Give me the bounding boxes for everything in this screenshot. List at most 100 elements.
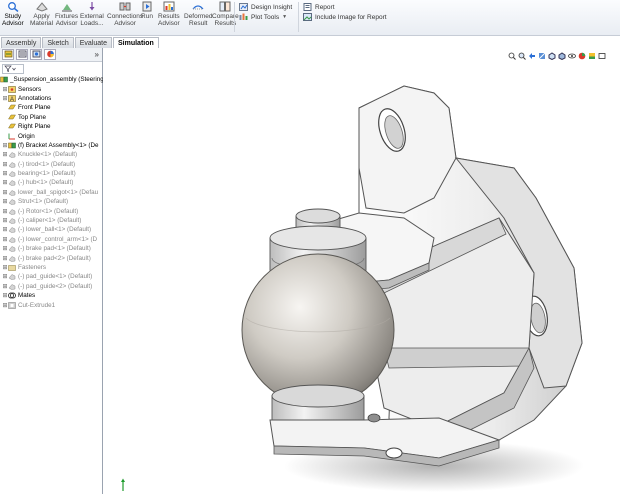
deformed-button[interactable]: Deformed Result: [184, 1, 213, 27]
deformed-icon: [192, 1, 204, 12]
tree-item[interactable]: ⊞ Sensors: [0, 84, 103, 93]
design-insight-label: Design Insight: [251, 3, 293, 11]
tree-item[interactable]: ⊞ Cut-Extrude1: [0, 300, 103, 309]
upper-collar-top: [269, 225, 367, 251]
tree-item[interactable]: ⊞ Strut<1> (Default): [0, 197, 103, 206]
ribbon-button-label: Loads...: [80, 20, 104, 27]
include-image-icon: [303, 13, 312, 21]
tree-item[interactable]: ⊞ bearing<1> (Default): [0, 169, 103, 178]
connections-icon: [119, 1, 131, 12]
display-manager-tab[interactable]: [44, 49, 56, 60]
plot-tools-button[interactable]: Plot Tools ▼: [239, 13, 287, 21]
tree-item-label: (-) pad_guide<2> (Default): [18, 282, 93, 290]
part-icon: [8, 236, 16, 243]
tree-item[interactable]: ⊞ lower_ball_spigot<1> (Defau: [0, 188, 103, 197]
tree-item[interactable]: ⊞ (-) Rotor<1> (Default): [0, 206, 103, 215]
part-icon: [8, 273, 16, 281]
part-icon: [8, 283, 16, 290]
ribbon-button-label: Results: [158, 13, 180, 20]
tree-item-label: (-) lower_control_arm<1> (D: [18, 235, 98, 243]
feature-tree: _Suspension_assembly (Steering ⊞ Sensors ⊞ A…: [0, 75, 103, 310]
graphics-area[interactable]: [104, 48, 620, 494]
tree-item[interactable]: ⊞ (-) hub<1> (Default): [0, 178, 103, 187]
tree-item[interactable]: Right Plane: [0, 122, 103, 131]
property-manager-tab[interactable]: [16, 49, 28, 60]
tree-item[interactable]: ⊞ (-) brake pad<1> (Default): [0, 244, 103, 253]
tree-item-label: (-) lower_ball<1> (Default): [18, 226, 92, 234]
part-icon: [8, 198, 16, 206]
feature-manager-tab[interactable]: [2, 49, 14, 60]
plane-icon: [8, 123, 16, 130]
tree-item[interactable]: ⊞ Knuckle<1> (Default): [0, 150, 103, 159]
tree-item[interactable]: ⊞ (-) brake pad<2> (Default): [0, 253, 103, 262]
plot-tools-icon: [239, 13, 248, 21]
tree-item-label: Front Plane: [18, 104, 51, 112]
design-insight-button[interactable]: Design Insight: [239, 3, 292, 11]
tab-assembly[interactable]: Assembly: [1, 37, 42, 48]
lower-stud-nub: [367, 413, 381, 423]
ribbon-button-label: Run: [141, 13, 153, 20]
connections-button[interactable]: Connections Advisor: [107, 1, 143, 27]
ribbon-button-label: Results: [214, 20, 237, 27]
tree-item[interactable]: _Suspension_assembly (Steering: [0, 75, 103, 84]
apply-material-button[interactable]: Apply Material: [30, 1, 53, 27]
tree-item[interactable]: ⊞ A Annotations: [0, 94, 103, 103]
panel-more-button[interactable]: »: [95, 50, 99, 59]
run-button[interactable]: Run: [141, 1, 153, 20]
ball-stud-top: [295, 208, 341, 224]
tree-item[interactable]: ⊞ (f) Bracket Assembly<1> (De: [0, 141, 103, 150]
tree-item[interactable]: Origin: [0, 131, 103, 140]
tree-item-label: (-) brake pad<2> (Default): [18, 254, 91, 262]
bracket-assembly-model[interactable]: [104, 48, 620, 494]
tree-item-label: lower_ball_spigot<1> (Defau: [18, 188, 99, 196]
tree-item[interactable]: ⊞ (-) caliper<1> (Default): [0, 216, 103, 225]
tree-item-label: Fasteners: [18, 264, 46, 271]
tree-item[interactable]: ⊞ Fasteners: [0, 263, 103, 272]
tab-evaluate[interactable]: Evaluate: [74, 37, 112, 48]
tree-item[interactable]: ⊞ (-) pad_guide<1> (Default): [0, 272, 103, 281]
results-button[interactable]: Results Advisor: [158, 1, 180, 27]
include-image-button[interactable]: Include Image for Report: [303, 13, 387, 21]
tree-item[interactable]: ⊞ Mates: [0, 291, 103, 300]
ribbon-button-label: Fixtures: [55, 13, 79, 20]
report-button[interactable]: Report: [303, 3, 335, 11]
configuration-icon: [32, 50, 41, 60]
tree-item[interactable]: ⊞ (-) tirod<1> (Default): [0, 160, 103, 169]
plot-tools-label: Plot Tools: [251, 13, 280, 21]
loads-button[interactable]: External Loads...: [80, 1, 104, 27]
fixtures-button[interactable]: Fixtures Advisor: [55, 1, 78, 27]
tree-item[interactable]: ⊞ (-) lower_ball<1> (Default): [0, 225, 103, 234]
ribbon-button-label: Apply: [33, 13, 50, 20]
configuration-manager-tab[interactable]: [30, 49, 42, 60]
appearance-icon: [46, 50, 55, 60]
tree-item[interactable]: Top Plane: [0, 113, 103, 122]
results-icon: [163, 1, 175, 12]
tree-filter[interactable]: [2, 64, 24, 74]
ribbon-button-label: Result: [189, 20, 208, 27]
study-advisor-button[interactable]: Study Advisor: [2, 1, 24, 27]
mates-icon: [8, 292, 16, 299]
tree-item[interactable]: ⊞ (-) lower_control_arm<1> (D: [0, 235, 103, 244]
annotation-icon: A: [8, 95, 16, 102]
plane-icon: [8, 104, 16, 111]
tree-item-label: Annotations: [18, 94, 52, 102]
part-icon: [8, 161, 16, 168]
ribbon-button-label: Advisor: [158, 20, 180, 27]
tree-item-label: bearing<1> (Default): [18, 170, 76, 178]
svg-text:A: A: [10, 97, 14, 102]
feature-manager-panel: » _Suspension_assembly (Steering ⊞ Sensors…: [0, 48, 103, 494]
ribbon-button-label: Advisor: [55, 20, 78, 27]
tree-item[interactable]: Front Plane: [0, 103, 103, 112]
tree-item-label: Right Plane: [18, 123, 51, 131]
loads-icon: [86, 1, 98, 12]
tree-item-label: Strut<1> (Default): [18, 198, 69, 206]
include-image-label: Include Image for Report: [315, 13, 387, 21]
ribbon-button-label: Deformed: [184, 13, 213, 20]
tree-item-label: Knuckle<1> (Default): [18, 151, 78, 159]
tab-sketch[interactable]: Sketch: [42, 37, 74, 48]
tree-item[interactable]: ⊞ (-) pad_guide<2> (Default): [0, 282, 103, 291]
tree-item-label: Sensors: [18, 85, 42, 93]
part-icon: [8, 179, 16, 187]
part-icon: [8, 151, 16, 159]
tab-simulation[interactable]: Simulation: [113, 37, 159, 48]
